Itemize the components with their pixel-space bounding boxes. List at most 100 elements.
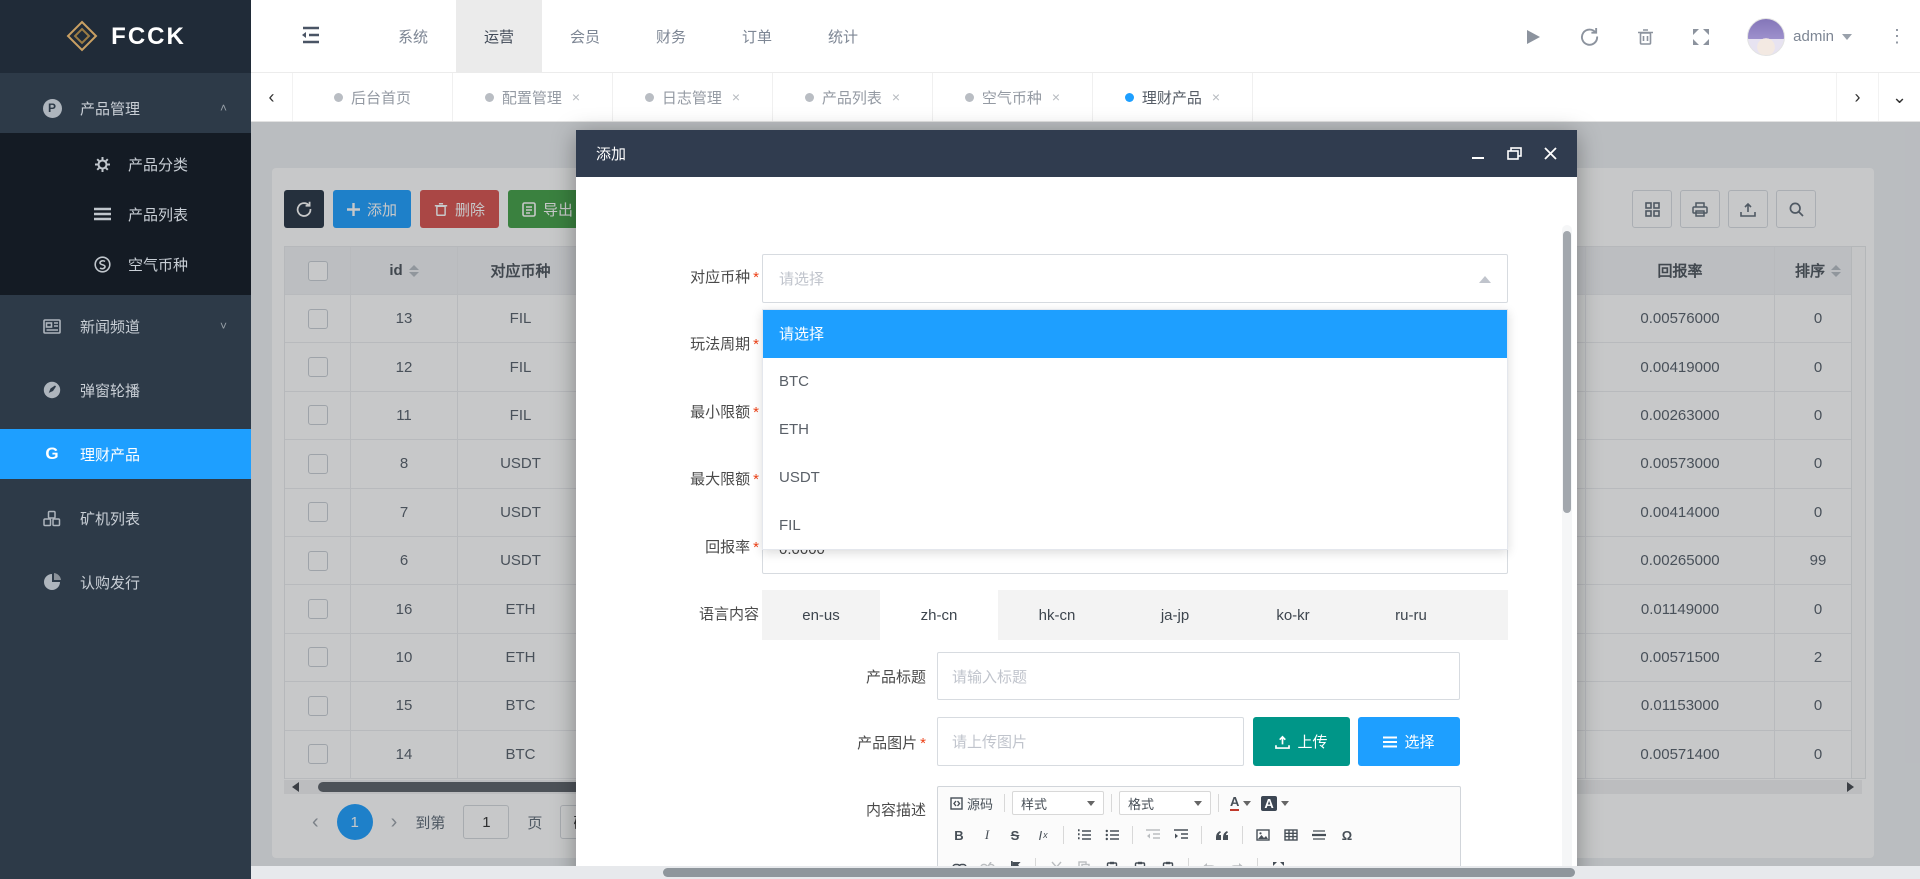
menu-item-member[interactable]: 会员 <box>542 0 628 73</box>
image-button[interactable] <box>1250 822 1276 848</box>
horizontal-rule-button[interactable] <box>1306 822 1332 848</box>
modal-scrollbar-thumb[interactable] <box>1563 231 1571 513</box>
sidebar-item-wealth-product[interactable]: G 理财产品 <box>0 429 251 479</box>
product-image-input[interactable]: 请上传图片 <box>937 717 1244 766</box>
unordered-list-button[interactable] <box>1099 822 1125 848</box>
dropdown-option-usdt[interactable]: USDT <box>763 453 1507 501</box>
tab-dot <box>965 93 974 102</box>
wealth-product-icon: G <box>42 444 62 464</box>
tab-label: 产品列表 <box>822 87 882 108</box>
sidebar-item-popup-carousel[interactable]: 弹窗轮播 <box>0 365 251 415</box>
input-placeholder: 请输入标题 <box>952 666 1027 687</box>
trash-icon[interactable] <box>1635 27 1655 47</box>
menu-item-system[interactable]: 系统 <box>370 0 456 73</box>
tabs-menu-icon[interactable]: ⌄ <box>1878 73 1920 121</box>
italic-button[interactable]: I <box>974 822 1000 848</box>
bg-color-button[interactable]: A <box>1257 790 1292 816</box>
sidebar-item-miner-list[interactable]: 矿机列表 <box>0 493 251 543</box>
tab-air-coin[interactable]: 空气币种 × <box>933 73 1093 121</box>
input-placeholder: 请上传图片 <box>952 731 1027 752</box>
tab-close-icon[interactable]: × <box>1212 89 1220 105</box>
dropdown-option-fil[interactable]: FIL <box>763 501 1507 549</box>
sidebar-item-label: 矿机列表 <box>80 508 140 529</box>
sidebar-item-subscription-issue[interactable]: 认购发行 <box>0 557 251 607</box>
lang-tab-ja-jp[interactable]: ja-jp <box>1116 590 1234 640</box>
product-title-input[interactable]: 请输入标题 <box>937 652 1460 700</box>
editor-toolbar-row-2: B I S Ix <box>938 819 1460 851</box>
strikethrough-button[interactable]: S <box>1002 822 1028 848</box>
collapse-menu-icon[interactable] <box>300 24 322 46</box>
sidebar-item-product-list[interactable]: 产品列表 <box>0 189 251 239</box>
menu-item-statistics[interactable]: 统计 <box>800 0 886 73</box>
styles-select[interactable]: 样式 <box>1012 791 1104 815</box>
dropdown-option-btc[interactable]: BTC <box>763 358 1507 406</box>
chevron-up-icon <box>1479 276 1491 283</box>
ordered-list-button[interactable] <box>1071 822 1097 848</box>
sidebar-item-air-coin[interactable]: 空气币种 <box>0 239 251 289</box>
currency-select[interactable]: 请选择 <box>762 254 1508 303</box>
sidebar-item-label: 产品列表 <box>128 204 188 225</box>
table-button[interactable] <box>1278 822 1304 848</box>
avatar[interactable] <box>1747 18 1785 56</box>
top-navbar: FCCK 系统 运营 会员 财务 订单 统计 <box>0 0 1920 73</box>
tab-home[interactable]: 后台首页 <box>293 73 453 121</box>
tab-label: 空气币种 <box>982 87 1042 108</box>
modal-scrollbar[interactable] <box>1562 225 1572 879</box>
lang-tab-en-us[interactable]: en-us <box>762 590 880 640</box>
format-select[interactable]: 格式 <box>1119 791 1211 815</box>
sidebar-group-product-management[interactable]: P 产品管理 ˄ <box>0 83 251 133</box>
remove-format-button[interactable]: Ix <box>1030 822 1056 848</box>
special-char-button[interactable]: Ω <box>1334 822 1360 848</box>
tab-label: 后台首页 <box>351 87 411 108</box>
tab-config[interactable]: 配置管理 × <box>453 73 613 121</box>
tab-logs[interactable]: 日志管理 × <box>613 73 773 121</box>
fullscreen-icon[interactable] <box>1691 27 1711 47</box>
cubes-icon <box>42 508 62 528</box>
sidebar-item-news-channel[interactable]: 新闻频道 ˅ <box>0 301 251 351</box>
tab-label: 配置管理 <box>502 87 562 108</box>
lang-tab-ru-ru[interactable]: ru-ru <box>1352 590 1470 640</box>
more-options-icon[interactable]: ⋮ <box>1888 26 1906 47</box>
tab-dot <box>1125 93 1134 102</box>
user-menu[interactable]: admin <box>1747 18 1852 56</box>
upload-button[interactable]: 上传 <box>1253 717 1350 766</box>
play-icon[interactable] <box>1523 27 1543 47</box>
sidebar-submenu: 产品分类 产品列表 空气币种 <box>0 133 251 295</box>
dropdown-option-eth[interactable]: ETH <box>763 406 1507 454</box>
tab-close-icon[interactable]: × <box>732 89 740 105</box>
lang-tab-hk-cn[interactable]: hk-cn <box>998 590 1116 640</box>
close-icon[interactable] <box>1544 147 1557 160</box>
sidebar-item-product-category[interactable]: 产品分类 <box>0 139 251 189</box>
lang-tab-zh-cn[interactable]: zh-cn <box>880 590 998 640</box>
menu-item-finance[interactable]: 财务 <box>628 0 714 73</box>
source-button[interactable]: 源码 <box>946 790 997 816</box>
tab-product-list[interactable]: 产品列表 × <box>773 73 933 121</box>
refresh-icon[interactable] <box>1579 27 1599 47</box>
dropdown-option-placeholder[interactable]: 请选择 <box>763 310 1507 358</box>
minimize-icon[interactable] <box>1471 147 1485 161</box>
text-color-button[interactable]: A <box>1226 790 1255 816</box>
tab-wealth-product[interactable]: 理财产品 × <box>1093 73 1253 121</box>
menu-item-order[interactable]: 订单 <box>714 0 800 73</box>
tab-close-icon[interactable]: × <box>892 89 900 105</box>
upload-button-label: 上传 <box>1297 731 1327 752</box>
scrollbar-thumb[interactable] <box>663 868 1575 877</box>
page-horizontal-scrollbar[interactable] <box>251 866 1920 879</box>
tabs-scroll-left-icon[interactable]: ‹ <box>251 73 293 121</box>
outdent-button[interactable] <box>1140 822 1166 848</box>
maximize-icon[interactable] <box>1507 147 1522 161</box>
tabs-scroll-right-icon[interactable]: › <box>1836 73 1878 121</box>
tab-close-icon[interactable]: × <box>1052 89 1060 105</box>
tab-close-icon[interactable]: × <box>572 89 580 105</box>
blockquote-button[interactable] <box>1209 822 1235 848</box>
required-asterisk: * <box>753 336 759 353</box>
sidebar-item-label: 弹窗轮播 <box>80 380 140 401</box>
lang-tab-ko-kr[interactable]: ko-kr <box>1234 590 1352 640</box>
bold-button[interactable]: B <box>946 822 972 848</box>
menu-item-operation[interactable]: 运营 <box>456 0 542 73</box>
indent-button[interactable] <box>1168 822 1194 848</box>
tab-label: 理财产品 <box>1142 87 1202 108</box>
dialog-header[interactable]: 添加 <box>576 130 1577 177</box>
choose-button[interactable]: 选择 <box>1358 717 1460 766</box>
choose-button-label: 选择 <box>1404 731 1434 752</box>
